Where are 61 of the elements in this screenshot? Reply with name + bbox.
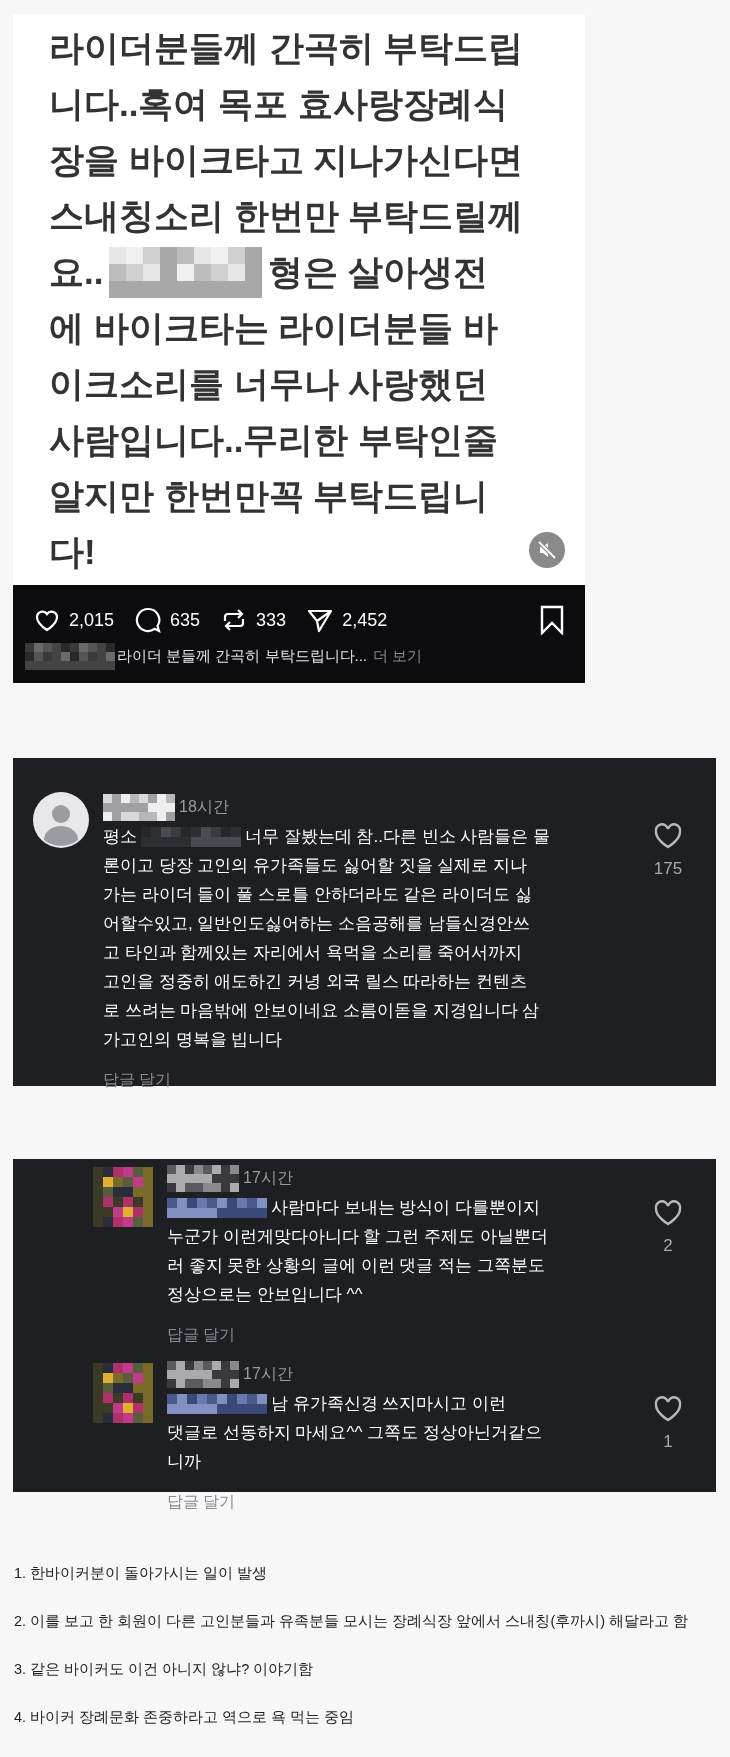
- share-button[interactable]: 2,452: [306, 606, 388, 634]
- comment-text: 댓글로 선동하지 마세요^^ 그쪽도 정상아닌거같으: [167, 1421, 542, 1444]
- post-text: 사람입니다..무리한 부탁인줄: [49, 418, 499, 461]
- post-text: 요..: [49, 250, 104, 293]
- reply-link[interactable]: 답글 달기: [167, 1323, 236, 1351]
- like-count: 1: [663, 1431, 673, 1453]
- pixelated-username: [167, 1164, 239, 1192]
- comment-text: 사람마다 보내는 방식이 다를뿐이지: [271, 1196, 541, 1219]
- speech-bubble-icon: [134, 606, 163, 634]
- like-count: 175: [653, 858, 683, 880]
- post-text: 스내칭소리 한번만 부탁드릴께: [49, 194, 524, 237]
- like-button[interactable]: [653, 1395, 683, 1423]
- post-text: 에 바이크타는 라이더분들 바: [49, 306, 499, 349]
- post-text: 라이더분들께 간곡히 부탁드립: [49, 26, 524, 69]
- comment-text: 러 좋지 못한 상황의 글에 이런 댓글 적는 그쪽분도: [167, 1254, 545, 1277]
- post-text: 형은 살아생전: [268, 250, 489, 293]
- comment-text: 론이고 당장 고인의 유가족들도 싫어할 짓을 실제로 지나: [103, 854, 528, 877]
- pixelated-avatar: [93, 1363, 153, 1423]
- avatar-icon: [33, 792, 89, 848]
- heart-icon: [653, 1395, 683, 1423]
- summary-item: 1. 한바이커분이 돌아가시는 일이 발생: [14, 1564, 268, 1583]
- comment-time: 17시간: [243, 1364, 293, 1384]
- comment-time: 18시간: [179, 797, 229, 817]
- post-text: 알지만 한번만꼭 부탁드립니: [49, 474, 489, 517]
- comment-text: 어할수있고, 일반인도싫어하는 소음공해를 남들신경안쓰: [103, 912, 530, 935]
- like-button[interactable]: [653, 1199, 683, 1227]
- pixelated-avatar: [93, 1167, 153, 1227]
- summary-item: 3. 같은 바이커도 이건 아니지 않냐? 이야기함: [14, 1660, 314, 1679]
- reply-link[interactable]: 답글 달기: [103, 1068, 172, 1096]
- comment-button[interactable]: 635: [134, 606, 201, 634]
- like-button[interactable]: [653, 822, 683, 850]
- post-text: 다!: [49, 530, 96, 573]
- mute-button[interactable]: [529, 532, 565, 568]
- comment-text: 니까: [167, 1450, 201, 1473]
- post-text: 장을 바이크타고 지나가신다면: [49, 138, 524, 181]
- comment-text: 고 타인과 함께있는 자리에서 욕먹을 소리를 죽어서까지: [103, 941, 523, 964]
- like-count: 2: [663, 1235, 673, 1257]
- comment-text: 남 유가족신경 쓰지마시고 이런: [271, 1392, 507, 1415]
- heart-icon: [653, 822, 683, 850]
- comment-text: 너무 잘봤는데 참..다른 빈소 사람들은 물: [245, 825, 551, 848]
- comment-text: 고인을 정중히 애도하긴 커녕 외국 릴스 따라하는 컨텐츠: [103, 970, 528, 993]
- heart-icon: [653, 1199, 683, 1227]
- bookmark-button[interactable]: [539, 605, 565, 635]
- comment-text: 평소: [103, 825, 137, 848]
- post-caption: 라이더 분들께 간곡히 부탁드립니다...: [117, 646, 367, 667]
- more-link[interactable]: 더 보기: [373, 645, 423, 668]
- comment-text: 로 쓰려는 마음밖에 안보이네요 소름이돋을 지경입니다 삼: [103, 999, 540, 1022]
- repost-button[interactable]: 333: [220, 606, 287, 634]
- comment-text: 누군가 이런게맞다아니다 할 그런 주제도 아닐뿐더: [167, 1225, 548, 1248]
- comment-text: 정상으로는 안보입니다 ^^: [167, 1283, 363, 1306]
- pixelated-username: [167, 1360, 239, 1388]
- post-text: 이크소리를 너무나 사랑했던: [49, 362, 489, 405]
- comment-time: 17시간: [243, 1168, 293, 1188]
- bookmark-icon: [539, 605, 565, 635]
- pixelated-username: [103, 793, 175, 821]
- like-button[interactable]: 2,015: [33, 606, 115, 634]
- summary-item: 4. 바이커 장례문화 존중하라고 역으로 욕 먹는 중임: [14, 1708, 355, 1727]
- comment-text: 가는 라이더 들이 풀 스로틀 안하더라도 같은 라이더도 싫: [103, 883, 532, 906]
- summary-item: 2. 이를 보고 한 회원이 다른 고인분들과 유족분들 모시는 장례식장 앞에서 스내칭(후까시) 해달라고 함: [14, 1612, 689, 1631]
- comment-text: 가고인의 명복을 빕니다: [103, 1028, 283, 1051]
- post-text: 니다..혹여 목포 효사랑장례식: [49, 82, 508, 125]
